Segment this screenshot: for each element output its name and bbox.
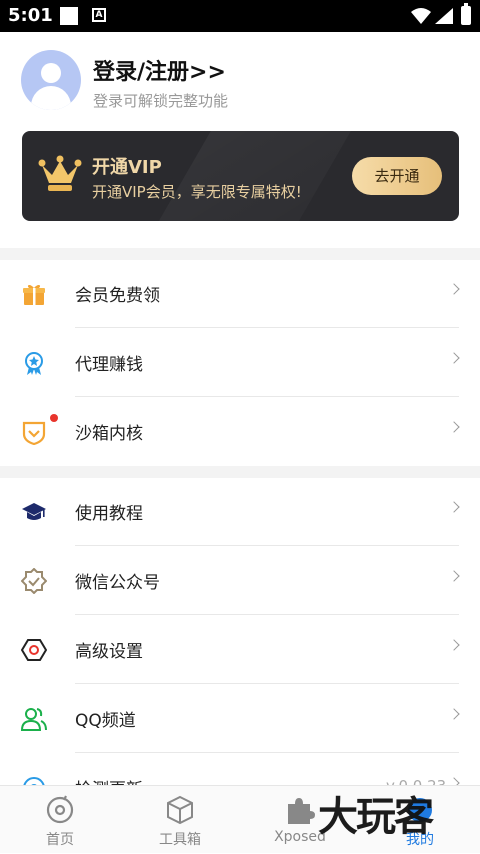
signal-icon (435, 8, 453, 24)
profile-header[interactable]: 登录/注册>> 登录可解锁完整功能 (0, 32, 480, 132)
hexagon-settings-icon (21, 639, 47, 661)
menu-item-qq-channel[interactable]: QQ频道 (0, 684, 480, 753)
shield-icon (22, 421, 46, 445)
medal-icon (25, 352, 43, 375)
chevron-right-icon (448, 283, 460, 295)
wifi-icon (411, 8, 431, 24)
a-badge-icon: A (92, 8, 106, 22)
home-disc-icon (46, 795, 74, 824)
login-register-link[interactable]: 登录/注册>> (93, 54, 226, 86)
menu-item-label: 使用教程 (75, 504, 143, 524)
vip-subtitle: 开通VIP会员，享无限专属特权! (92, 183, 302, 201)
vip-banner[interactable]: 开通VIP 开通VIP会员，享无限专属特权! 去开通 (22, 131, 459, 221)
chevron-right-icon (448, 501, 460, 513)
battery-icon (461, 3, 471, 25)
gift-icon (23, 284, 45, 305)
crown-icon (38, 155, 82, 191)
menu-item-tutorial[interactable]: 使用教程 (0, 477, 480, 546)
tab-home[interactable]: 首页 (0, 786, 120, 854)
status-bar: 5:01 A (0, 0, 480, 32)
menu-item-free-membership[interactable]: 会员免费领 (0, 259, 480, 328)
tab-label: 首页 (46, 832, 74, 848)
watermark-logo: 大玩客 (318, 794, 434, 840)
menu-item-label: QQ频道 (75, 711, 136, 731)
menu-item-label: 代理赚钱 (75, 355, 143, 375)
chevron-right-icon (448, 708, 460, 720)
menu-item-label: 微信公众号 (75, 573, 160, 593)
avatar[interactable] (21, 50, 81, 110)
menu-item-wechat-account[interactable]: 微信公众号 (0, 546, 480, 615)
notification-icon (60, 7, 78, 25)
chevron-right-icon (448, 570, 460, 582)
people-icon (21, 708, 47, 731)
tab-toolbox[interactable]: 工具箱 (120, 786, 240, 854)
chevron-right-icon (448, 421, 460, 433)
menu-item-sandbox-kernel[interactable]: 沙箱内核 (0, 397, 480, 466)
tab-label: 工具箱 (159, 832, 201, 848)
menu-item-advanced-settings[interactable]: 高级设置 (0, 615, 480, 684)
menu-item-agent-earn[interactable]: 代理赚钱 (0, 328, 480, 397)
vip-title: 开通VIP (92, 157, 162, 178)
puzzle-icon (288, 798, 315, 824)
cube-icon (167, 795, 193, 825)
menu-item-label: 高级设置 (75, 642, 143, 662)
chevron-right-icon (448, 639, 460, 651)
menu-item-label: 沙箱内核 (75, 424, 143, 444)
login-hint: 登录可解锁完整功能 (93, 92, 229, 110)
chevron-right-icon (448, 352, 460, 364)
open-vip-button[interactable]: 去开通 (352, 157, 442, 195)
notification-dot (50, 414, 58, 422)
verified-badge-icon (21, 568, 47, 594)
graduation-cap-icon (22, 503, 46, 520)
menu-item-label: 会员免费领 (75, 286, 160, 306)
status-time: 5:01 (8, 5, 53, 26)
